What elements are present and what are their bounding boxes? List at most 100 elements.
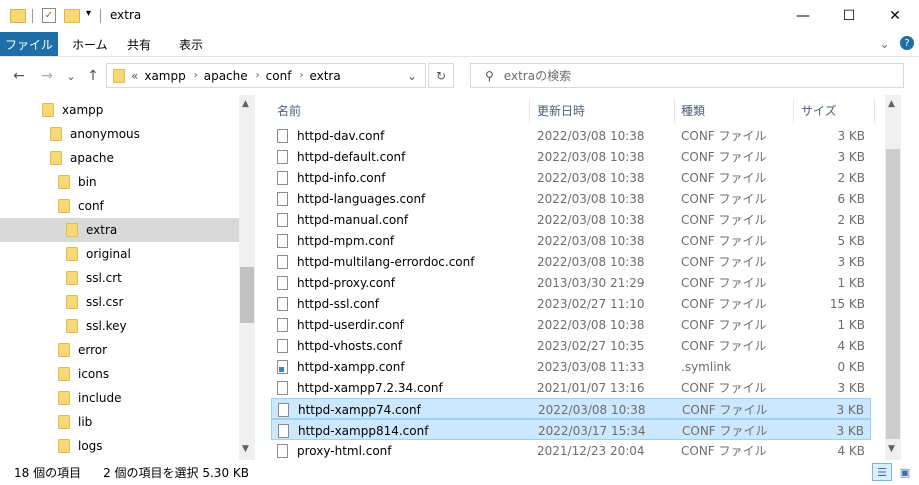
scroll-down-icon[interactable]: ▼	[888, 444, 895, 454]
close-button[interactable]: ✕	[872, 0, 918, 32]
file-row[interactable]: httpd-ssl.conf 2023/02/27 11:10 CONF ファイル 1…	[271, 293, 871, 314]
folder-icon	[50, 127, 62, 141]
file-row[interactable]: httpd-userdir.conf 2022/03/08 10:38 CONF フ…	[271, 314, 871, 335]
file-size-text: 3 KB	[836, 402, 864, 417]
scroll-up-icon[interactable]: ▲	[242, 99, 249, 109]
breadcrumb-extra[interactable]: extra	[309, 69, 340, 83]
file-date-text: 2022/03/08 10:38	[537, 233, 645, 248]
file-name: httpd-manual.conf	[277, 209, 408, 230]
tree-item[interactable]: ssl.key	[0, 314, 239, 338]
file-row[interactable]: httpd-manual.conf 2022/03/08 10:38 CONF ファ…	[271, 209, 871, 230]
column-divider[interactable]	[793, 99, 794, 123]
tree-scrollbar[interactable]: ▲ ▼	[239, 95, 255, 460]
large-icons-view-icon[interactable]: ▣	[895, 463, 915, 481]
file-name: httpd-proxy.conf	[277, 272, 395, 293]
tree-item[interactable]: anonymous	[0, 122, 239, 146]
file-row[interactable]: httpd-info.conf 2022/03/08 10:38 CONF ファイル…	[271, 167, 871, 188]
breadcrumb-overflow[interactable]: «	[131, 69, 138, 83]
tree-item[interactable]: apache	[0, 146, 239, 170]
chevron-right-icon[interactable]: ›	[256, 70, 260, 81]
file-list-scrollbar[interactable]: ▲ ▼	[885, 95, 901, 460]
tree-item[interactable]: bin	[0, 170, 239, 194]
file-type-text: CONF ファイル	[681, 339, 767, 353]
column-divider[interactable]	[674, 99, 675, 123]
column-header-date[interactable]: 更新日時	[537, 95, 673, 125]
tree-item[interactable]: xampp	[0, 98, 239, 122]
tab-share[interactable]: 共有	[127, 32, 151, 56]
tab-file[interactable]: ファイル	[0, 32, 58, 56]
folder-icon	[66, 223, 78, 237]
tree-item[interactable]: icons	[0, 362, 239, 386]
breadcrumb-conf[interactable]: conf	[266, 69, 292, 83]
minimize-button[interactable]: —	[780, 0, 826, 32]
folder-icon	[58, 391, 70, 405]
details-view-icon[interactable]: ☰	[872, 463, 892, 481]
file-row[interactable]: httpd-languages.conf 2022/03/08 10:38 CONF…	[271, 188, 871, 209]
file-date-text: 2022/03/08 10:38	[537, 128, 645, 143]
file-row[interactable]: httpd-dav.conf 2022/03/08 10:38 CONF ファイル 3…	[271, 125, 871, 146]
file-row[interactable]: httpd-xampp74.conf 2022/03/08 10:38 CONF フ…	[271, 398, 871, 419]
scrollbar-thumb[interactable]	[886, 149, 900, 439]
file-name-text: httpd-ssl.conf	[297, 296, 380, 311]
breadcrumb-apache[interactable]: apache	[204, 69, 248, 83]
column-header-name[interactable]: 名前	[277, 95, 531, 125]
column-divider[interactable]	[529, 99, 530, 123]
forward-button[interactable]: →	[38, 67, 56, 85]
address-dropdown-icon[interactable]: ⌄	[407, 69, 417, 83]
chevron-right-icon[interactable]: ›	[299, 70, 303, 81]
file-row[interactable]: httpd-xampp.conf 2023/03/08 11:33 .symlink…	[271, 356, 871, 377]
properties-icon[interactable]: ✓	[42, 8, 56, 23]
file-name-text: httpd-default.conf	[297, 149, 406, 164]
search-icon: ⚲	[485, 68, 494, 83]
column-header-type[interactable]: 種類	[681, 95, 791, 125]
search-input[interactable]: ⚲ extraの検索	[470, 63, 904, 88]
tree-item[interactable]: ssl.crt	[0, 266, 239, 290]
recent-locations-button[interactable]: ⌄	[64, 67, 78, 85]
file-type-text: CONF ファイル	[681, 150, 767, 164]
breadcrumb-xampp[interactable]: xampp	[144, 69, 185, 83]
file-name-text: httpd-dav.conf	[297, 128, 385, 143]
tab-home[interactable]: ホーム	[72, 32, 108, 56]
scroll-down-icon[interactable]: ▼	[242, 444, 249, 454]
file-row[interactable]: httpd-default.conf 2022/03/08 10:38 CONF フ…	[271, 146, 871, 167]
up-button[interactable]: ↑	[84, 67, 102, 85]
tab-view[interactable]: 表示	[179, 32, 203, 56]
quick-access-dropdown-icon[interactable]: ▾	[86, 8, 91, 19]
ribbon-expand-icon[interactable]: ⌄	[879, 32, 890, 56]
new-folder-icon[interactable]	[64, 9, 80, 23]
file-icon	[277, 149, 288, 164]
file-row[interactable]: httpd-xampp7.2.34.conf 2021/01/07 13:16 CO…	[271, 377, 871, 398]
address-bar[interactable]: « xampp › apache › conf › extra ⌄	[106, 63, 426, 88]
tree-item[interactable]: logs	[0, 434, 239, 458]
file-type: CONF ファイル	[682, 420, 768, 441]
file-date: 2022/03/08 10:38	[537, 125, 645, 146]
tree-item[interactable]: extra	[0, 218, 239, 242]
tree-item[interactable]: lib	[0, 410, 239, 434]
tree-item[interactable]: error	[0, 338, 239, 362]
file-row[interactable]: httpd-mpm.conf 2022/03/08 10:38 CONF ファイル 5…	[271, 230, 871, 251]
file-row[interactable]: httpd-vhosts.conf 2023/02/27 10:35 CONF ファ…	[271, 335, 871, 356]
tree-item-label: apache	[70, 151, 114, 165]
maximize-button[interactable]: ☐	[826, 0, 872, 32]
chevron-right-icon[interactable]: ›	[194, 70, 198, 81]
file-size-text: 4 KB	[837, 338, 865, 353]
file-row[interactable]: proxy-html.conf 2021/12/23 20:04 CONF ファイル…	[271, 440, 871, 460]
file-icon	[277, 443, 288, 458]
column-header-size[interactable]: サイズ	[801, 95, 871, 125]
tree-item[interactable]: conf	[0, 194, 239, 218]
tree-item[interactable]: ssl.csr	[0, 290, 239, 314]
back-button[interactable]: ←	[10, 67, 28, 85]
file-row[interactable]: httpd-multilang-errordoc.conf 2022/03/08 …	[271, 251, 871, 272]
file-row[interactable]: httpd-proxy.conf 2013/03/30 21:29 CONF ファイ…	[271, 272, 871, 293]
tree-item[interactable]: original	[0, 242, 239, 266]
file-row[interactable]: httpd-xampp814.conf 2022/03/17 15:34 CONF …	[271, 419, 871, 440]
file-name-text: httpd-info.conf	[297, 170, 386, 185]
tree-item[interactable]: include	[0, 386, 239, 410]
scroll-up-icon[interactable]: ▲	[888, 99, 895, 109]
refresh-button[interactable]: ↻	[428, 63, 454, 88]
tree-item-label: icons	[78, 367, 110, 381]
help-icon[interactable]: ?	[900, 36, 914, 50]
scrollbar-thumb[interactable]	[240, 267, 254, 323]
folder-icon	[66, 319, 78, 333]
column-divider[interactable]	[874, 99, 875, 123]
